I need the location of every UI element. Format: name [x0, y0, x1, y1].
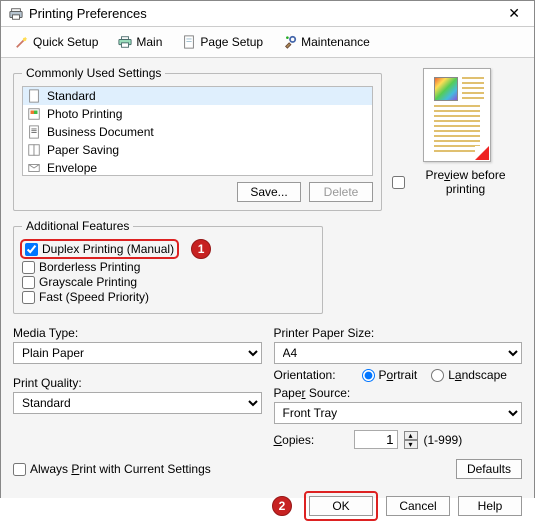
- always-print-label: Always Print with Current Settings: [30, 462, 211, 476]
- settings-list[interactable]: Standard Photo Printing Business Documen…: [22, 86, 373, 176]
- additional-features-group: Additional Features Duplex Printing (Man…: [13, 219, 323, 314]
- portrait-radio-row[interactable]: Portrait: [362, 368, 418, 382]
- preview-checkbox[interactable]: [392, 176, 405, 189]
- ok-button[interactable]: OK: [309, 496, 373, 516]
- always-print-row[interactable]: Always Print with Current Settings: [13, 462, 211, 476]
- help-button[interactable]: Help: [458, 496, 522, 516]
- window-title: Printing Preferences: [29, 6, 147, 21]
- borderless-label: Borderless Printing: [39, 260, 140, 274]
- orientation-label: Orientation:: [274, 368, 348, 382]
- tab-quick-setup[interactable]: Quick Setup: [9, 33, 104, 51]
- envelope-icon: [27, 161, 41, 175]
- copies-input[interactable]: [354, 430, 398, 449]
- group-legend: Additional Features: [22, 219, 133, 233]
- grayscale-label: Grayscale Printing: [39, 275, 137, 289]
- copies-label: Copies:: [274, 433, 348, 447]
- titlebar: Printing Preferences ✕: [1, 1, 534, 27]
- print-quality-select[interactable]: Standard: [13, 392, 262, 414]
- list-item-label: Standard: [47, 89, 96, 103]
- tools-icon: [283, 35, 297, 49]
- grayscale-checkbox[interactable]: [22, 276, 35, 289]
- landscape-radio-row[interactable]: Landscape: [431, 368, 507, 382]
- delete-button[interactable]: Delete: [309, 182, 373, 202]
- copies-down-button[interactable]: ▾: [404, 440, 418, 449]
- tab-label: Page Setup: [200, 35, 263, 49]
- list-item[interactable]: Business Document: [23, 123, 372, 141]
- list-item-label: Paper Saving: [47, 143, 119, 157]
- page-icon: [27, 89, 41, 103]
- duplex-label: Duplex Printing (Manual): [42, 242, 174, 256]
- paper-size-label: Printer Paper Size:: [274, 326, 523, 340]
- borderless-checkbox[interactable]: [22, 261, 35, 274]
- window-close-button[interactable]: ✕: [502, 5, 526, 22]
- copies-range: (1-999): [424, 433, 463, 447]
- commonly-used-settings-group: Commonly Used Settings Standard Photo Pr…: [13, 66, 382, 211]
- landscape-radio[interactable]: [431, 369, 444, 382]
- document-icon: [27, 125, 41, 139]
- duplex-checkbox[interactable]: [25, 243, 38, 256]
- tab-bar: Quick Setup Main Page Setup Maintenance: [1, 27, 534, 58]
- tab-main[interactable]: Main: [112, 33, 168, 51]
- printer-small-icon: [118, 35, 132, 49]
- fast-checkbox[interactable]: [22, 291, 35, 304]
- landscape-label: Landscape: [448, 368, 507, 382]
- tab-page-setup[interactable]: Page Setup: [176, 33, 269, 51]
- list-item-label: Envelope: [47, 161, 97, 175]
- magic-wand-icon: [15, 35, 29, 49]
- annotation-2: 2: [272, 496, 292, 516]
- tab-maintenance[interactable]: Maintenance: [277, 33, 376, 51]
- always-print-checkbox[interactable]: [13, 463, 26, 476]
- list-item[interactable]: Standard: [23, 87, 372, 105]
- cancel-button[interactable]: Cancel: [386, 496, 450, 516]
- copies-up-button[interactable]: ▴: [404, 431, 418, 440]
- defaults-button[interactable]: Defaults: [456, 459, 522, 479]
- tab-label: Main: [136, 35, 162, 49]
- list-item[interactable]: Envelope: [23, 159, 372, 176]
- media-type-select[interactable]: Plain Paper: [13, 342, 262, 364]
- paper-saving-icon: [27, 143, 41, 157]
- tab-label: Quick Setup: [33, 35, 98, 49]
- list-item-label: Photo Printing: [47, 107, 122, 121]
- list-item-label: Business Document: [47, 125, 154, 139]
- paper-size-select[interactable]: A4: [274, 342, 523, 364]
- duplex-checkbox-row: Duplex Printing (Manual): [22, 241, 177, 257]
- paper-source-select[interactable]: Front Tray: [274, 402, 523, 424]
- preview-label: Preview before printing: [409, 168, 522, 196]
- save-button[interactable]: Save...: [237, 182, 301, 202]
- group-legend: Commonly Used Settings: [22, 66, 165, 80]
- fast-label: Fast (Speed Priority): [39, 290, 149, 304]
- page-icon: [182, 35, 196, 49]
- list-item[interactable]: Paper Saving: [23, 141, 372, 159]
- print-quality-label: Print Quality:: [13, 376, 262, 390]
- tab-label: Maintenance: [301, 35, 370, 49]
- photo-icon: [27, 107, 41, 121]
- paper-source-label: Paper Source:: [274, 386, 523, 400]
- preview-thumbnail: [423, 68, 491, 162]
- portrait-label: Portrait: [379, 368, 418, 382]
- media-type-label: Media Type:: [13, 326, 262, 340]
- portrait-radio[interactable]: [362, 369, 375, 382]
- annotation-1: 1: [191, 239, 211, 259]
- list-item[interactable]: Photo Printing: [23, 105, 372, 123]
- printer-icon: [9, 7, 23, 21]
